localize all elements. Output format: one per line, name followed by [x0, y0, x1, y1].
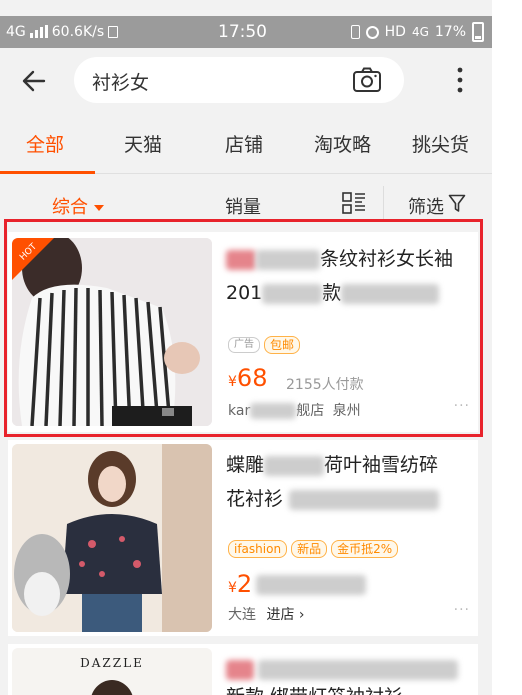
sort-divider [383, 186, 384, 220]
product-image-2[interactable] [12, 444, 212, 632]
clock: 17:50 [218, 22, 267, 42]
network-type-2: 4G [411, 25, 429, 39]
camera-icon[interactable] [352, 67, 382, 93]
blurred-text [226, 659, 254, 680]
alarm-icon [365, 25, 379, 39]
product-price-2: ¥2 [228, 570, 367, 598]
right-gutter [492, 0, 522, 695]
product-title-2[interactable]: 蝶雕 荷叶袖雪纺碎 花衬衫 [226, 448, 474, 516]
ifashion-tag: ifashion [228, 540, 288, 558]
category-tabs: 全部 天猫 店铺 淘攻略 挑尖货 [0, 112, 492, 174]
enter-shop-link[interactable]: 进店 › [266, 607, 304, 623]
currency-symbol: ¥ [228, 580, 237, 596]
list-grid-icon[interactable] [342, 192, 366, 214]
search-input[interactable]: 衬衫女 [74, 57, 404, 103]
tab-all[interactable]: 全部 [26, 130, 64, 157]
product-title-2-line1-tail: 荷叶袖雪纺碎 [324, 454, 439, 476]
coin-discount-tag: 金币抵2% [331, 540, 399, 558]
product-card-3[interactable]: DAZZLE 新款 绑带灯笼袖衬衫 [8, 644, 478, 695]
enter-shop-label: 进店 [266, 607, 295, 623]
blurred-text [258, 659, 458, 680]
product-title-3[interactable]: 新款 绑带灯笼袖衬衫 [226, 652, 474, 695]
tab-shops[interactable]: 店铺 [225, 130, 263, 157]
network-type: 4G [6, 24, 26, 40]
vibrate-icon [350, 25, 360, 39]
blurred-text [256, 575, 367, 595]
chevron-right-icon: › [294, 607, 305, 623]
product-card-2[interactable]: 蝶雕 荷叶袖雪纺碎 花衬衫 ifashion 新品 金币抵2% ¥2 大连 进店 … [8, 440, 478, 636]
price-value: 2 [236, 570, 253, 598]
caret-down-icon [94, 205, 104, 211]
phone-screen: 4G 60.6K/s 17:50 HD 4G 17% 衬衫女 全部 天猫 店铺 … [0, 0, 492, 695]
sim-icon [108, 26, 119, 38]
product-tags-2: ifashion 新品 金币抵2% [228, 540, 399, 558]
sort-sales[interactable]: 销量 [225, 193, 261, 219]
product-title-3-line2: 新款 绑带灯笼袖衬衫 [226, 686, 403, 695]
sort-comprehensive[interactable]: 综合 [52, 193, 104, 219]
product-title-2-line2: 花衬衫 [226, 488, 284, 510]
new-tag: 新品 [291, 540, 328, 558]
more-options-icon[interactable]: ··· [454, 602, 470, 618]
back-arrow-icon[interactable] [18, 64, 52, 98]
shop-city: 大连 [228, 607, 256, 623]
highlight-box [4, 219, 483, 437]
signal-icon [29, 25, 48, 38]
filter-button[interactable]: 筛选 [408, 193, 444, 219]
floral-blouse-photo [12, 444, 212, 632]
search-query: 衬衫女 [92, 72, 150, 94]
shop-info-2[interactable]: 大连 进店 › [228, 604, 305, 624]
tab-tmall[interactable]: 天猫 [124, 130, 162, 157]
blurred-text [289, 489, 440, 510]
brand-logo: DAZZLE [80, 656, 144, 670]
tab-guides[interactable]: 淘攻略 [314, 130, 371, 157]
product-image-3[interactable]: DAZZLE [12, 648, 212, 695]
tab-picks[interactable]: 挑尖货 [412, 130, 469, 157]
battery-percent: 17% [434, 24, 466, 40]
status-bar: 4G 60.6K/s 17:50 HD 4G 17% [0, 16, 492, 48]
search-header: 衬衫女 [0, 48, 492, 112]
blurred-text [264, 455, 325, 476]
battery-icon [472, 22, 484, 42]
filter-label: 筛选 [408, 197, 444, 218]
funnel-icon[interactable] [448, 194, 466, 213]
net-speed: 60.6K/s [51, 24, 105, 40]
product-title-2-line1: 蝶雕 [226, 454, 265, 476]
hd-label: HD [384, 24, 406, 40]
model-photo [91, 680, 133, 695]
more-vertical-icon[interactable] [450, 66, 470, 94]
sort-comprehensive-label: 综合 [52, 197, 88, 218]
